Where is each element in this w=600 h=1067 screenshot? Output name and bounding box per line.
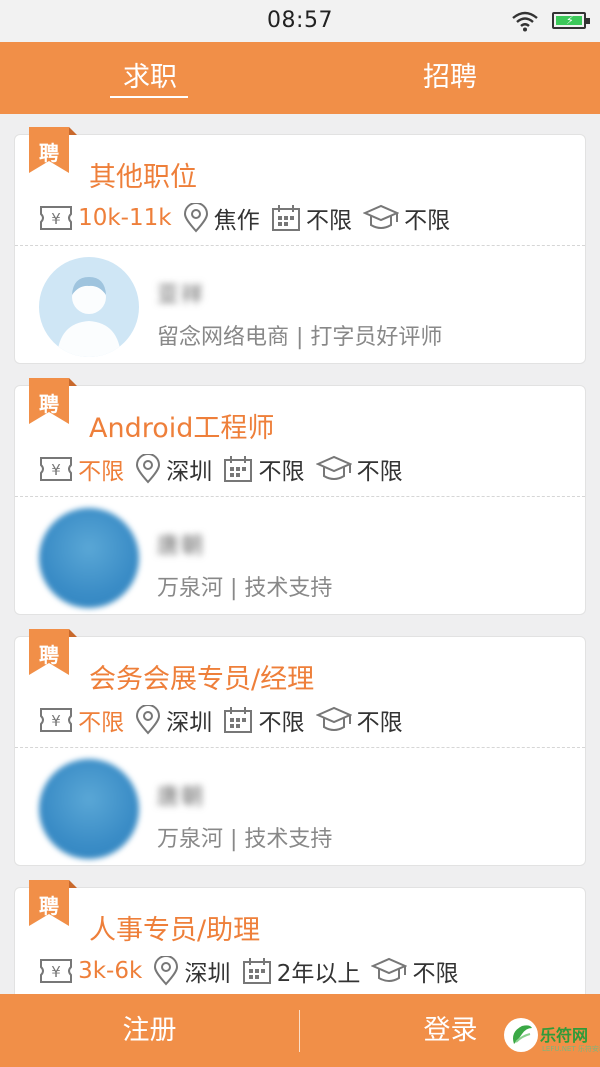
poster-name: 亚祥 <box>157 283 206 308</box>
job-meta: ¥ 不限 深圳 不限 不限 <box>39 452 409 486</box>
job-list[interactable]: 聘 其他职位 ¥ 10k-11k 焦作 不限 不限 亚祥 留念网络电商 | 打字… <box>0 114 600 994</box>
location-value: 深圳 <box>184 961 231 987</box>
hiring-badge: 聘 <box>29 880 77 936</box>
avatar[interactable] <box>39 508 139 608</box>
watermark: 乐符网 LEFU.NET 乐符安装 <box>500 1016 600 1062</box>
wifi-icon <box>512 11 538 32</box>
watermark-logo-icon <box>504 1018 538 1052</box>
location-value: 焦作 <box>213 208 260 234</box>
poster-company: 留念网络电商 | 打字员好评师 <box>157 325 443 350</box>
poster-name: 唐朝 <box>157 534 206 559</box>
salary-value: 10k-11k <box>78 205 172 231</box>
watermark-text: 乐符网 <box>540 1026 589 1045</box>
hiring-badge: 聘 <box>29 378 77 434</box>
calendar-icon <box>224 707 253 733</box>
graduation-cap-icon <box>363 204 400 229</box>
salary-icon: ¥ <box>40 457 72 481</box>
tab-recruiting[interactable]: 招聘 <box>410 42 490 114</box>
job-title[interactable]: 人事专员/助理 <box>89 908 260 947</box>
top-tab-bar: 求职 招聘 <box>0 42 600 114</box>
job-meta: ¥ 10k-11k 焦作 不限 不限 <box>39 201 456 235</box>
calendar-icon <box>242 958 271 984</box>
salary-value: 不限 <box>78 459 125 485</box>
experience-value: 2年以上 <box>276 961 361 987</box>
location-pin-icon <box>136 454 161 484</box>
calendar-icon <box>224 456 253 482</box>
card-divider <box>15 747 585 748</box>
register-button[interactable]: 注册 <box>0 994 299 1067</box>
graduation-cap-icon <box>315 455 352 480</box>
job-title[interactable]: 其他职位 <box>89 155 197 194</box>
poster-company: 万泉河 | 技术支持 <box>157 576 333 601</box>
hiring-badge: 聘 <box>29 127 77 183</box>
job-card[interactable]: 聘 其他职位 ¥ 10k-11k 焦作 不限 不限 亚祥 留念网络电商 | 打字… <box>14 127 586 364</box>
card-divider <box>15 496 585 497</box>
education-value: 不限 <box>404 208 451 234</box>
education-value: 不限 <box>356 710 403 736</box>
active-tab-indicator <box>110 96 188 98</box>
graduation-cap-icon <box>371 957 408 982</box>
status-time: 08:57 <box>267 8 333 33</box>
location-value: 深圳 <box>166 459 213 485</box>
location-value: 深圳 <box>166 710 213 736</box>
graduation-cap-icon <box>315 706 352 731</box>
tab-job-seeking[interactable]: 求职 <box>110 42 190 114</box>
watermark-subtext: LEFU.NET 乐符安装 <box>542 1045 600 1053</box>
experience-value: 不限 <box>305 208 352 234</box>
job-card[interactable]: 聘 人事专员/助理 ¥ 3k-6k 深圳 2年以上 不限 <box>14 880 586 994</box>
svg-text:¥: ¥ <box>51 963 61 981</box>
svg-text:¥: ¥ <box>51 712 61 730</box>
job-title[interactable]: Android工程师 <box>89 406 274 445</box>
experience-value: 不限 <box>258 459 305 485</box>
location-pin-icon <box>183 203 208 233</box>
poster-name: 唐朝 <box>157 785 206 810</box>
poster-company: 万泉河 | 技术支持 <box>157 827 333 852</box>
salary-icon: ¥ <box>40 959 72 983</box>
bottom-divider <box>299 1010 300 1052</box>
job-title[interactable]: 会务会展专员/经理 <box>89 657 314 696</box>
battery-icon: ⚡ <box>552 12 590 29</box>
education-value: 不限 <box>412 961 459 987</box>
job-card[interactable]: 聘 会务会展专员/经理 ¥ 不限 深圳 不限 不限 唐朝 万泉河 | 技术支持 <box>14 629 586 866</box>
job-meta: ¥ 3k-6k 深圳 2年以上 不限 <box>39 954 465 988</box>
card-divider <box>15 245 585 246</box>
experience-value: 不限 <box>258 710 305 736</box>
calendar-icon <box>271 205 300 231</box>
salary-icon: ¥ <box>40 206 72 230</box>
avatar[interactable] <box>39 257 139 357</box>
location-pin-icon <box>154 956 179 986</box>
education-value: 不限 <box>356 459 403 485</box>
job-card[interactable]: 聘 Android工程师 ¥ 不限 深圳 不限 不限 唐朝 万泉河 | 技术支持 <box>14 378 586 615</box>
status-bar: 08:57 ⚡ <box>0 0 600 42</box>
svg-text:¥: ¥ <box>51 210 61 228</box>
salary-icon: ¥ <box>40 708 72 732</box>
salary-value: 3k-6k <box>78 958 143 984</box>
hiring-badge: 聘 <box>29 629 77 685</box>
svg-text:¥: ¥ <box>51 461 61 479</box>
location-pin-icon <box>136 705 161 735</box>
job-meta: ¥ 不限 深圳 不限 不限 <box>39 703 409 737</box>
salary-value: 不限 <box>78 710 125 736</box>
avatar[interactable] <box>39 759 139 859</box>
